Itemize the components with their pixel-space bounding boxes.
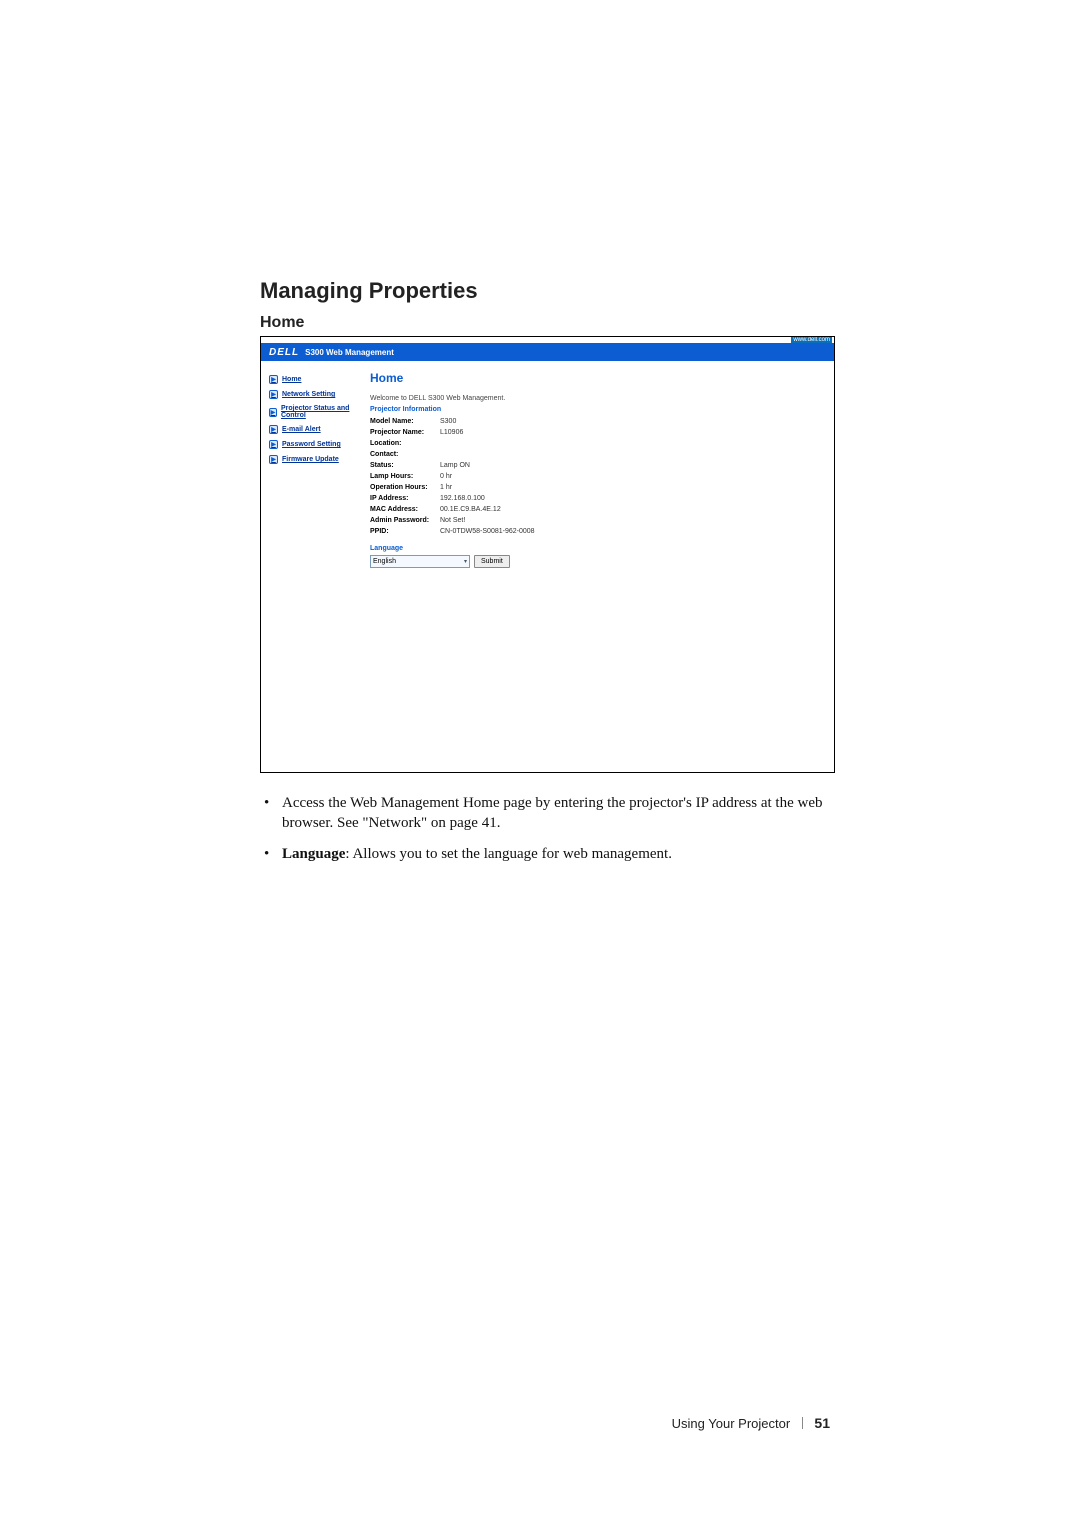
table-row: Admin Password:Not Set!: [370, 515, 824, 526]
table-row: Status:Lamp ON: [370, 460, 824, 471]
info-val: CN-0TDW58-S0081-962-0008: [440, 526, 535, 537]
arrow-icon: ▶: [269, 440, 278, 449]
info-key: Model Name:: [370, 416, 440, 427]
info-val: Not Set!: [440, 515, 465, 526]
bullet-text: : Allows you to set the language for web…: [345, 846, 672, 862]
sidebar: ▶ Home ▶ Network Setting ▶ Projector Sta…: [261, 361, 366, 772]
sidebar-item-password-setting[interactable]: ▶ Password Setting: [269, 440, 362, 449]
sidebar-item-firmware-update[interactable]: ▶ Firmware Update: [269, 455, 362, 464]
table-row: Location:: [370, 438, 824, 449]
bullet-item: Language: Allows you to set the language…: [282, 844, 840, 864]
table-row: Projector Name:L10906: [370, 427, 824, 438]
title-bar: DELL S300 Web Management: [261, 343, 834, 361]
arrow-icon: ▶: [269, 455, 278, 464]
chevron-down-icon: ▾: [464, 558, 467, 565]
table-row: Contact:: [370, 449, 824, 460]
panel-title: Home: [370, 371, 824, 385]
info-key: PPID:: [370, 526, 440, 537]
bullet-item: Access the Web Management Home page by e…: [282, 793, 840, 834]
title-bar-text: S300 Web Management: [305, 348, 394, 357]
info-key: Projector Name:: [370, 427, 440, 438]
sidebar-item-home[interactable]: ▶ Home: [269, 375, 362, 384]
main-panel: Home Welcome to DELL S300 Web Management…: [366, 361, 834, 772]
info-val: S300: [440, 416, 456, 427]
bullet-text: Access the Web Management Home page by e…: [282, 795, 822, 831]
info-key: Admin Password:: [370, 515, 440, 526]
sidebar-item-email-alert[interactable]: ▶ E-mail Alert: [269, 425, 362, 434]
arrow-icon: ▶: [269, 408, 277, 417]
info-key: Lamp Hours:: [370, 471, 440, 482]
sidebar-item-label: Network Setting: [282, 391, 335, 398]
subsection-heading: Home: [260, 314, 840, 332]
sidebar-item-label: Home: [282, 376, 301, 383]
table-row: MAC Address:00.1E.C9.BA.4E.12: [370, 504, 824, 515]
info-key: Status:: [370, 460, 440, 471]
arrow-icon: ▶: [269, 390, 278, 399]
language-heading: Language: [370, 545, 824, 552]
projector-info-table: Model Name:S300 Projector Name:L10906 Lo…: [370, 416, 824, 537]
projector-info-heading: Projector Information: [370, 406, 824, 413]
arrow-icon: ▶: [269, 425, 278, 434]
submit-button[interactable]: Submit: [474, 555, 510, 568]
sidebar-item-network-setting[interactable]: ▶ Network Setting: [269, 390, 362, 399]
info-val: Lamp ON: [440, 460, 470, 471]
section-heading: Managing Properties: [260, 278, 840, 304]
sidebar-item-projector-status[interactable]: ▶ Projector Status and Control: [269, 405, 362, 419]
welcome-text: Welcome to DELL S300 Web Management.: [370, 395, 824, 402]
page-footer: Using Your Projector 51: [0, 1415, 1080, 1431]
table-row: Lamp Hours:0 hr: [370, 471, 824, 482]
web-management-screenshot: www.dell.com DELL S300 Web Management ▶ …: [260, 336, 835, 773]
info-val: 1 hr: [440, 482, 452, 493]
table-row: Model Name:S300: [370, 416, 824, 427]
description-list: Access the Web Management Home page by e…: [260, 793, 840, 864]
sidebar-item-label: Password Setting: [282, 441, 341, 448]
info-val: L10906: [440, 427, 463, 438]
table-row: Operation Hours:1 hr: [370, 482, 824, 493]
sidebar-item-label: Projector Status and Control: [281, 405, 362, 419]
info-key: IP Address:: [370, 493, 440, 504]
language-selected-value: English: [373, 558, 396, 565]
info-key: Location:: [370, 438, 440, 449]
footer-text: Using Your Projector: [672, 1416, 791, 1431]
info-key: Operation Hours:: [370, 482, 440, 493]
sidebar-item-label: E-mail Alert: [282, 426, 321, 433]
language-select[interactable]: English ▾: [370, 555, 470, 568]
table-row: IP Address:192.168.0.100: [370, 493, 824, 504]
info-val: 00.1E.C9.BA.4E.12: [440, 504, 501, 515]
dell-logo: DELL: [269, 347, 299, 358]
arrow-icon: ▶: [269, 375, 278, 384]
info-key: Contact:: [370, 449, 440, 460]
bullet-prefix: Language: [282, 846, 345, 862]
sidebar-item-label: Firmware Update: [282, 456, 339, 463]
footer-separator: [802, 1417, 803, 1429]
page-number: 51: [814, 1415, 830, 1431]
info-val: 192.168.0.100: [440, 493, 485, 504]
info-key: MAC Address:: [370, 504, 440, 515]
info-val: 0 hr: [440, 471, 452, 482]
table-row: PPID:CN-0TDW58-S0081-962-0008: [370, 526, 824, 537]
